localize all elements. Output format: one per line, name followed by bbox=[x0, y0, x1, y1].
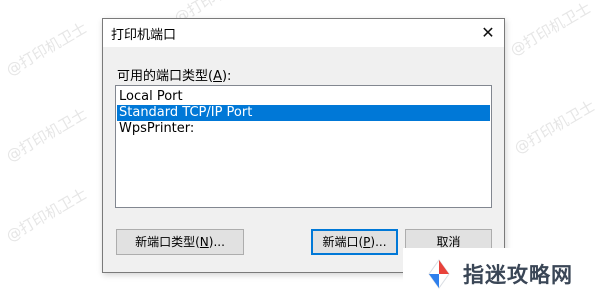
watermark: @打印机卫士 bbox=[3, 18, 90, 80]
dialog-title: 打印机端口 bbox=[111, 28, 177, 43]
compass-logo-icon bbox=[428, 259, 450, 289]
site-logo-text: 指迷攻略网 bbox=[463, 263, 573, 287]
printer-ports-dialog: 打印机端口 ✕ 可用的端口类型(A): Local Port Standard … bbox=[102, 18, 505, 273]
dialog-titlebar[interactable]: 打印机端口 ✕ bbox=[103, 19, 504, 47]
site-logo-badge: 指迷攻略网 bbox=[403, 248, 600, 300]
watermark: @打印机卫士 bbox=[3, 104, 90, 166]
watermark: @打印机卫士 bbox=[511, 96, 598, 158]
screenshot-stage: @打印机卫士 @打印机卫士 @打印机卫士 @打印机卫士 @打印机卫士 @打印机卫… bbox=[0, 0, 600, 300]
new-port-button[interactable]: 新端口(P)... bbox=[311, 229, 398, 255]
port-types-label: 可用的端口类型(A): bbox=[117, 69, 232, 84]
watermark: @打印机卫士 bbox=[507, 0, 594, 60]
close-icon[interactable]: ✕ bbox=[472, 19, 504, 47]
list-item-local-port[interactable]: Local Port bbox=[117, 89, 490, 105]
new-port-type-button[interactable]: 新端口类型(N)... bbox=[116, 229, 244, 255]
list-item-wpsprinter[interactable]: WpsPrinter: bbox=[117, 121, 490, 137]
watermark: @打印机卫士 bbox=[3, 184, 90, 246]
list-item-standard-tcpip-port[interactable]: Standard TCP/IP Port bbox=[117, 105, 490, 121]
port-types-listbox[interactable]: Local Port Standard TCP/IP Port WpsPrint… bbox=[115, 85, 492, 208]
